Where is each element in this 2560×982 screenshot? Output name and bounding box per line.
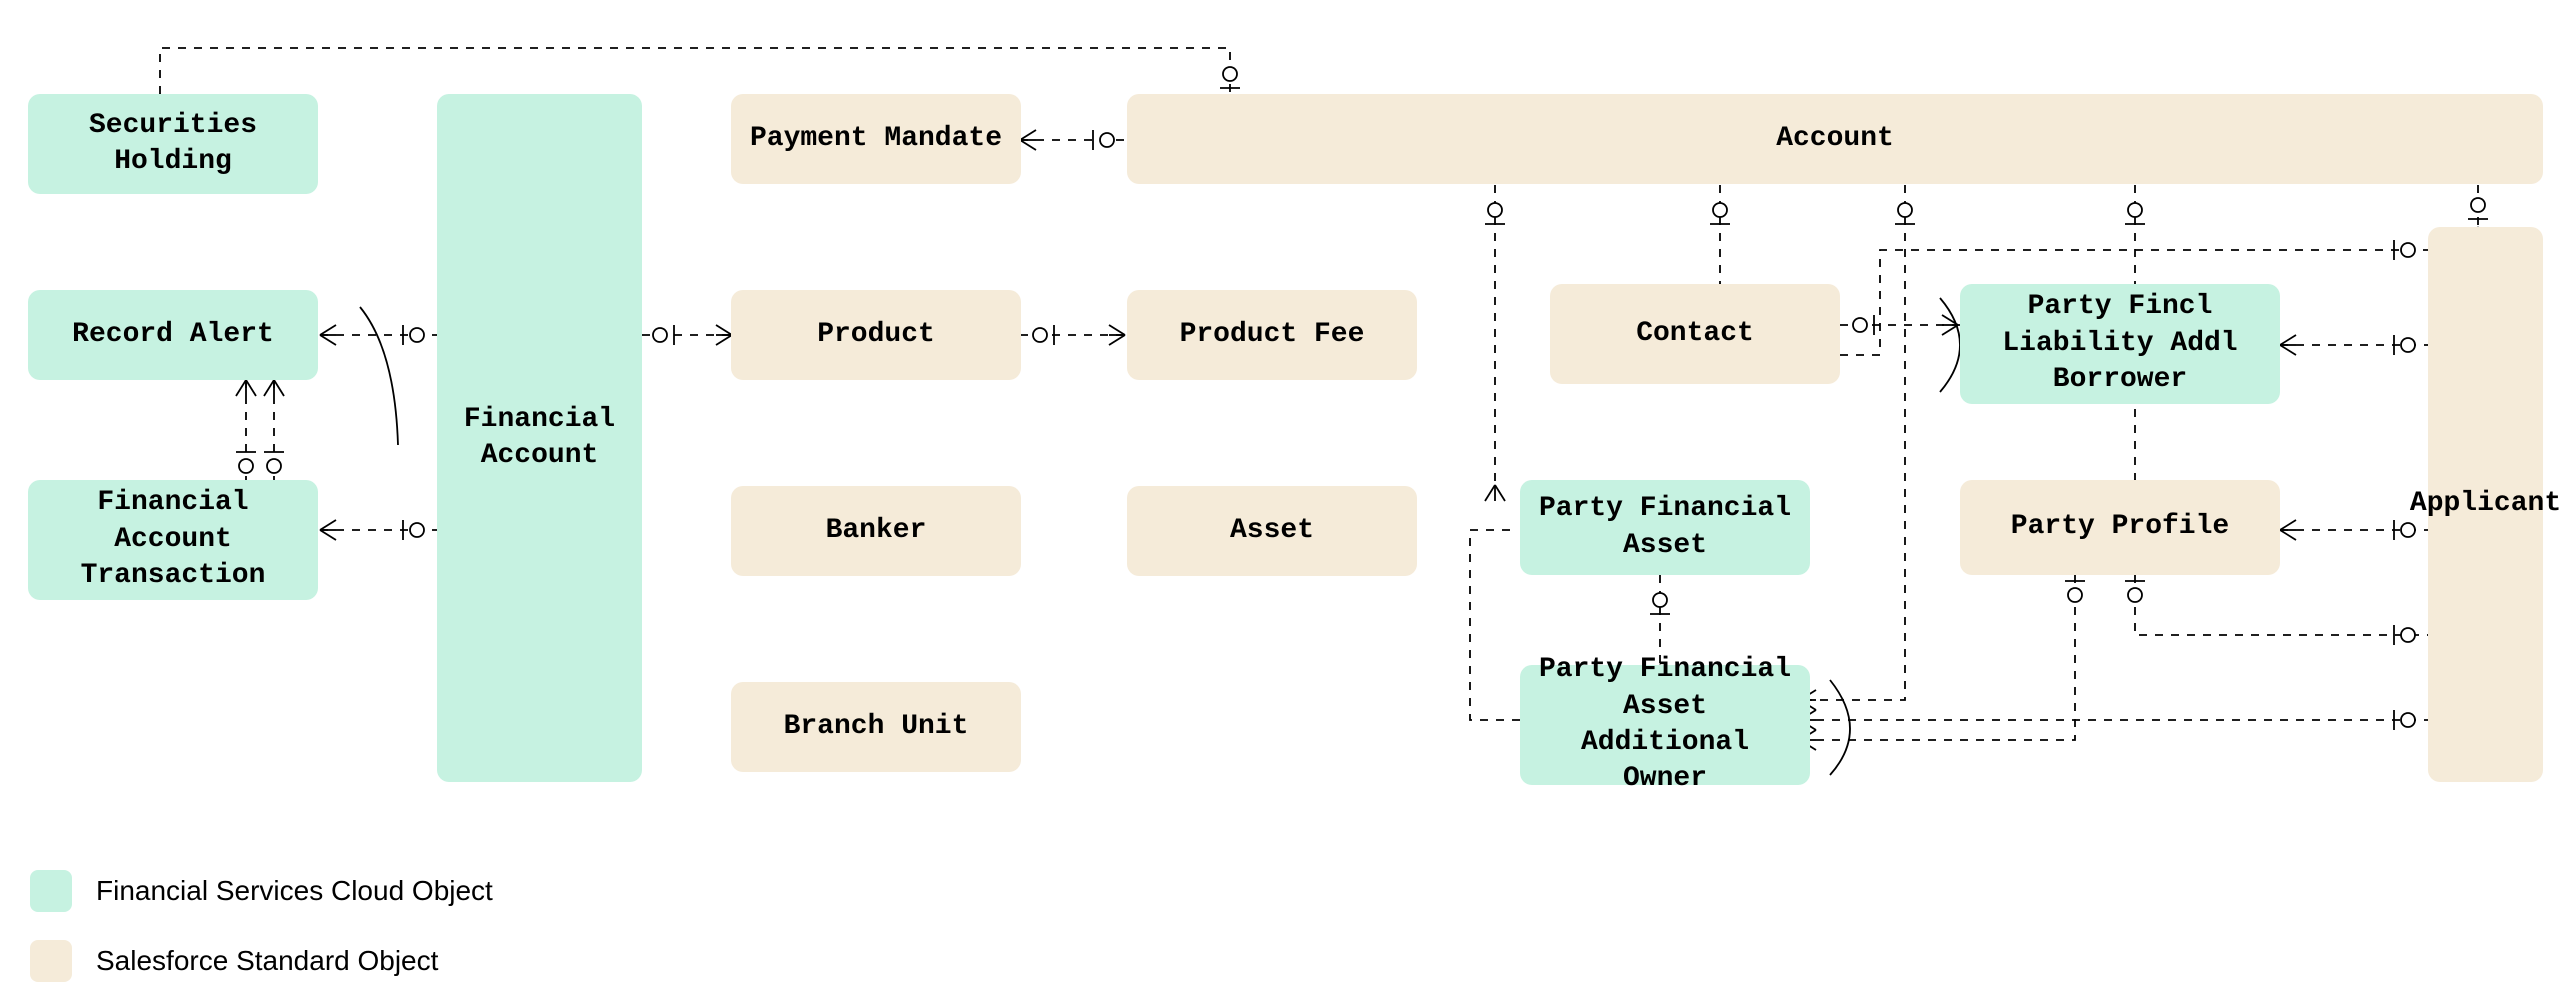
entity-banker: Banker	[731, 486, 1021, 576]
entity-securities-holding: Securities Holding	[28, 94, 318, 194]
legend-row-fsc: Financial Services Cloud Object	[30, 870, 493, 912]
entity-label: Account	[1776, 121, 1894, 157]
entity-label: Branch Unit	[784, 709, 969, 745]
entity-financial-account: Financial Account	[437, 94, 642, 782]
legend-label: Salesforce Standard Object	[96, 945, 438, 977]
entity-label: Party Financial Asset Additional Owner	[1538, 652, 1792, 798]
entity-account: Account	[1127, 94, 2543, 184]
entity-label: Product Fee	[1180, 317, 1365, 353]
entity-asset: Asset	[1127, 486, 1417, 576]
entity-applicant: Applicant	[2428, 227, 2543, 782]
entity-payment-mandate: Payment Mandate	[731, 94, 1021, 184]
entity-product: Product	[731, 290, 1021, 380]
entity-label: Securities Holding	[46, 108, 300, 181]
legend-swatch-std	[30, 940, 72, 982]
entity-label: Party Profile	[2011, 509, 2229, 545]
entity-label: Party Fincl Liability Addl Borrower	[1978, 289, 2262, 398]
entity-party-profile: Party Profile	[1960, 480, 2280, 575]
entity-branch-unit: Branch Unit	[731, 682, 1021, 772]
entity-fin-acct-txn: Financial Account Transaction	[28, 480, 318, 600]
entity-label: Applicant	[2410, 486, 2560, 522]
entity-contact: Contact	[1550, 284, 1840, 384]
erd-canvas: Securities Holding Record Alert Financia…	[0, 0, 2560, 972]
entity-label: Financial Account	[455, 402, 624, 475]
legend-row-std: Salesforce Standard Object	[30, 940, 438, 982]
entity-party-financial-asset: Party Financial Asset	[1520, 480, 1810, 575]
entity-label: Party Financial Asset	[1538, 491, 1792, 564]
entity-product-fee: Product Fee	[1127, 290, 1417, 380]
legend-label: Financial Services Cloud Object	[96, 875, 493, 907]
entity-label: Asset	[1230, 513, 1314, 549]
entity-party-financial-asset-owner: Party Financial Asset Additional Owner	[1520, 665, 1810, 785]
entity-label: Banker	[826, 513, 927, 549]
entity-party-fincl-liability: Party Fincl Liability Addl Borrower	[1960, 284, 2280, 404]
entity-label: Financial Account Transaction	[46, 485, 300, 594]
legend-swatch-fsc	[30, 870, 72, 912]
entity-record-alert: Record Alert	[28, 290, 318, 380]
entity-label: Contact	[1636, 316, 1754, 352]
entity-label: Product	[817, 317, 935, 353]
entity-label: Record Alert	[72, 317, 274, 353]
entity-label: Payment Mandate	[750, 121, 1002, 157]
